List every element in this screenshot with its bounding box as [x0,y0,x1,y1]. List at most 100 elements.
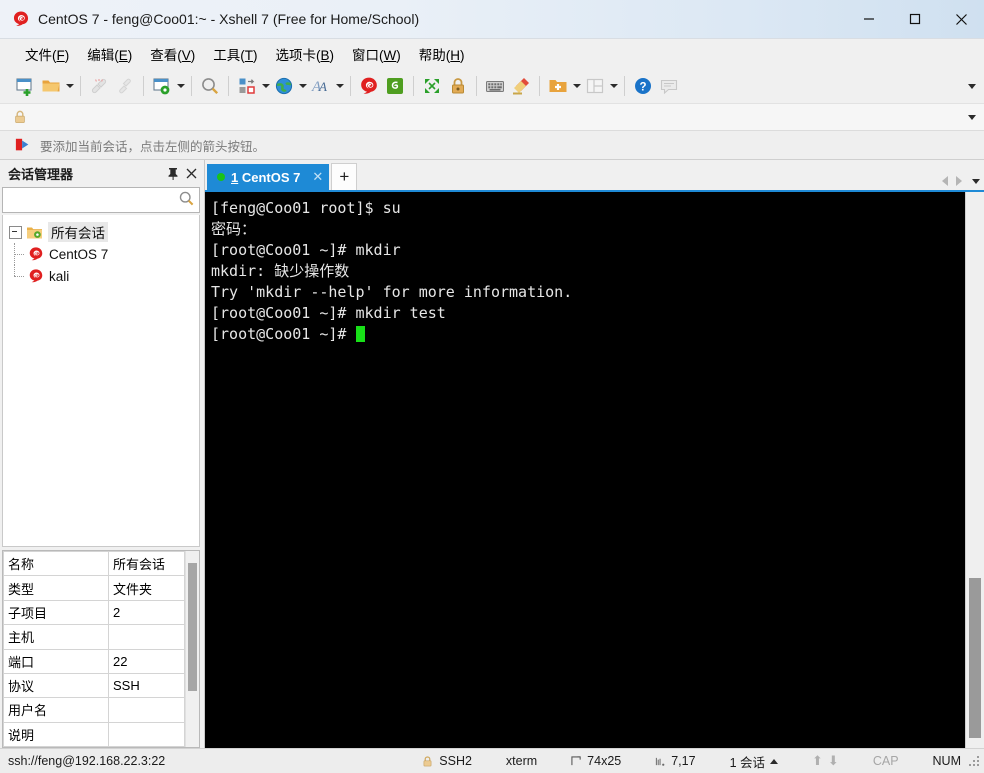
web-browser-dropdown-icon[interactable] [297,73,308,99]
cursor-position-icon [656,757,665,766]
sessions-caret-up-icon[interactable] [770,758,779,764]
address-bar-dropdown-icon[interactable] [968,104,976,130]
prop-key: 主机 [3,624,109,650]
scrollbar-thumb[interactable] [969,578,981,738]
tab-close-icon[interactable]: ✕ [312,169,323,185]
menu-file[interactable]: 文件(F) [16,41,78,67]
session-properties-icon[interactable] [149,73,175,99]
prop-key: 类型 [3,575,109,601]
menu-window-accel: W [383,48,397,63]
main-body: 会话管理器 所有会话 CentOS 7 kali 名称 所有会话 类型 文件夹 … [0,160,984,748]
session-manager-header: 会话管理器 [0,160,204,187]
status-sessions-group[interactable]: 1 会话 [730,749,779,773]
menu-tabs[interactable]: 选项卡(B) [267,41,344,67]
fullscreen-icon[interactable] [419,73,445,99]
scrollbar-thumb[interactable] [188,563,197,691]
menu-edit[interactable]: 编辑(E) [78,41,141,67]
feedback-icon[interactable] [656,73,682,99]
new-folder-icon[interactable] [545,73,571,99]
status-caps-lock: CAP [872,754,899,768]
font-icon[interactable]: A A [308,73,334,99]
terminal-line: mkdir: 缺少操作数 [211,262,350,280]
layout-dropdown-icon[interactable] [608,73,619,99]
help-icon[interactable]: ? [630,73,656,99]
panel-close-icon[interactable] [182,165,200,183]
session-properties-dropdown-icon[interactable] [175,73,186,99]
table-row: 说明 [3,721,185,747]
search-icon[interactable] [178,190,195,207]
open-folder-dropdown-icon[interactable] [64,73,75,99]
prop-value [108,697,185,723]
reconnect-icon[interactable] [112,73,138,99]
toolbar-separator [539,76,540,96]
xshell-logo-icon [13,11,29,26]
transfer-file-dropdown-icon[interactable] [260,73,271,99]
menu-tools-label: 工具 [213,48,241,63]
toolbar-overflow-icon[interactable] [968,69,976,103]
xshell-session-icon [29,269,43,283]
menu-file-label: 文件 [25,48,52,63]
highlight-icon[interactable] [508,73,534,99]
session-tree[interactable]: 所有会话 CentOS 7 kali [2,215,200,547]
menu-window[interactable]: 窗口(W) [343,41,410,67]
menu-view-label: 查看 [150,48,178,63]
menu-view-accel: V [181,48,191,63]
xshell-icon[interactable] [356,73,382,99]
toolbar-separator [624,76,625,96]
terminal-line: 密码： [211,220,257,238]
status-cursor-position: 7,17 [671,754,696,768]
menu-tools[interactable]: 工具(T) [204,41,266,67]
hint-text: 要添加当前会话，点击左侧的箭头按钮。 [40,139,266,154]
table-row: 类型 文件夹 [3,575,185,601]
address-bar[interactable] [0,104,984,131]
prop-value: SSH [108,672,185,699]
disconnect-icon[interactable] [86,73,112,99]
properties-scrollbar[interactable] [185,551,199,747]
status-transfer-indicators: ⬆ ⬇ [812,749,839,773]
window-resize-grip[interactable] [967,754,981,768]
transfer-file-icon[interactable] [234,73,260,99]
status-num-lock: NUM [932,754,961,768]
menu-help[interactable]: 帮助(H) [410,41,474,67]
web-browser-icon[interactable] [271,73,297,99]
status-protocol-group: SSH2 [421,749,472,773]
tree-row[interactable]: CentOS 7 [3,243,199,265]
toolbar-separator [350,76,351,96]
font-dropdown-icon[interactable] [334,73,345,99]
open-folder-icon[interactable] [38,73,64,99]
table-row: 用户名 [3,697,185,723]
tab-list-menu-icon[interactable] [972,178,980,184]
terminal-scrollbar[interactable] [965,192,984,748]
tree-label-kali: kali [49,268,70,284]
maximize-button[interactable] [892,0,938,38]
terminal-output[interactable]: [feng@Coo01 root]$ su 密码： [root@Coo01 ~]# … [205,192,965,748]
layout-icon[interactable] [582,73,608,99]
toolbar-separator [143,76,144,96]
terminal-prompt-line: [root@Coo01 ~]# [211,324,965,345]
close-button[interactable] [938,0,984,38]
tree-row[interactable]: kali [3,265,199,287]
tree-expander-icon[interactable] [9,225,22,239]
new-tab-button[interactable]: + [331,163,358,190]
upload-arrow-icon: ⬆ [812,753,823,768]
terminal-line: [feng@Coo01 root]$ su [211,199,401,217]
find-icon[interactable] [197,73,223,99]
pin-icon[interactable] [164,165,182,183]
terminal-column: 1 CentOS 7 ✕ + [feng@Coo01 root]$ su 密码： [… [205,160,984,748]
tab-scroll-left-icon[interactable] [942,176,948,186]
lock-icon[interactable] [445,73,471,99]
new-session-icon[interactable] [12,73,38,99]
session-search-input[interactable] [3,190,199,210]
tab-centos7[interactable]: 1 CentOS 7 ✕ [207,164,330,190]
tree-row[interactable]: 所有会话 [3,221,199,243]
tree-label-root: 所有会话 [48,222,108,242]
menu-view[interactable]: 查看(V) [141,41,204,67]
prop-value: 22 [108,648,185,674]
xftp-icon[interactable] [382,73,408,99]
keyboard-icon[interactable] [482,73,508,99]
minimize-button[interactable] [846,0,892,38]
new-folder-dropdown-icon[interactable] [571,73,582,99]
session-search-box[interactable] [2,187,200,213]
table-row: 名称 所有会话 [3,551,185,577]
tab-scroll-right-icon[interactable] [956,176,962,186]
